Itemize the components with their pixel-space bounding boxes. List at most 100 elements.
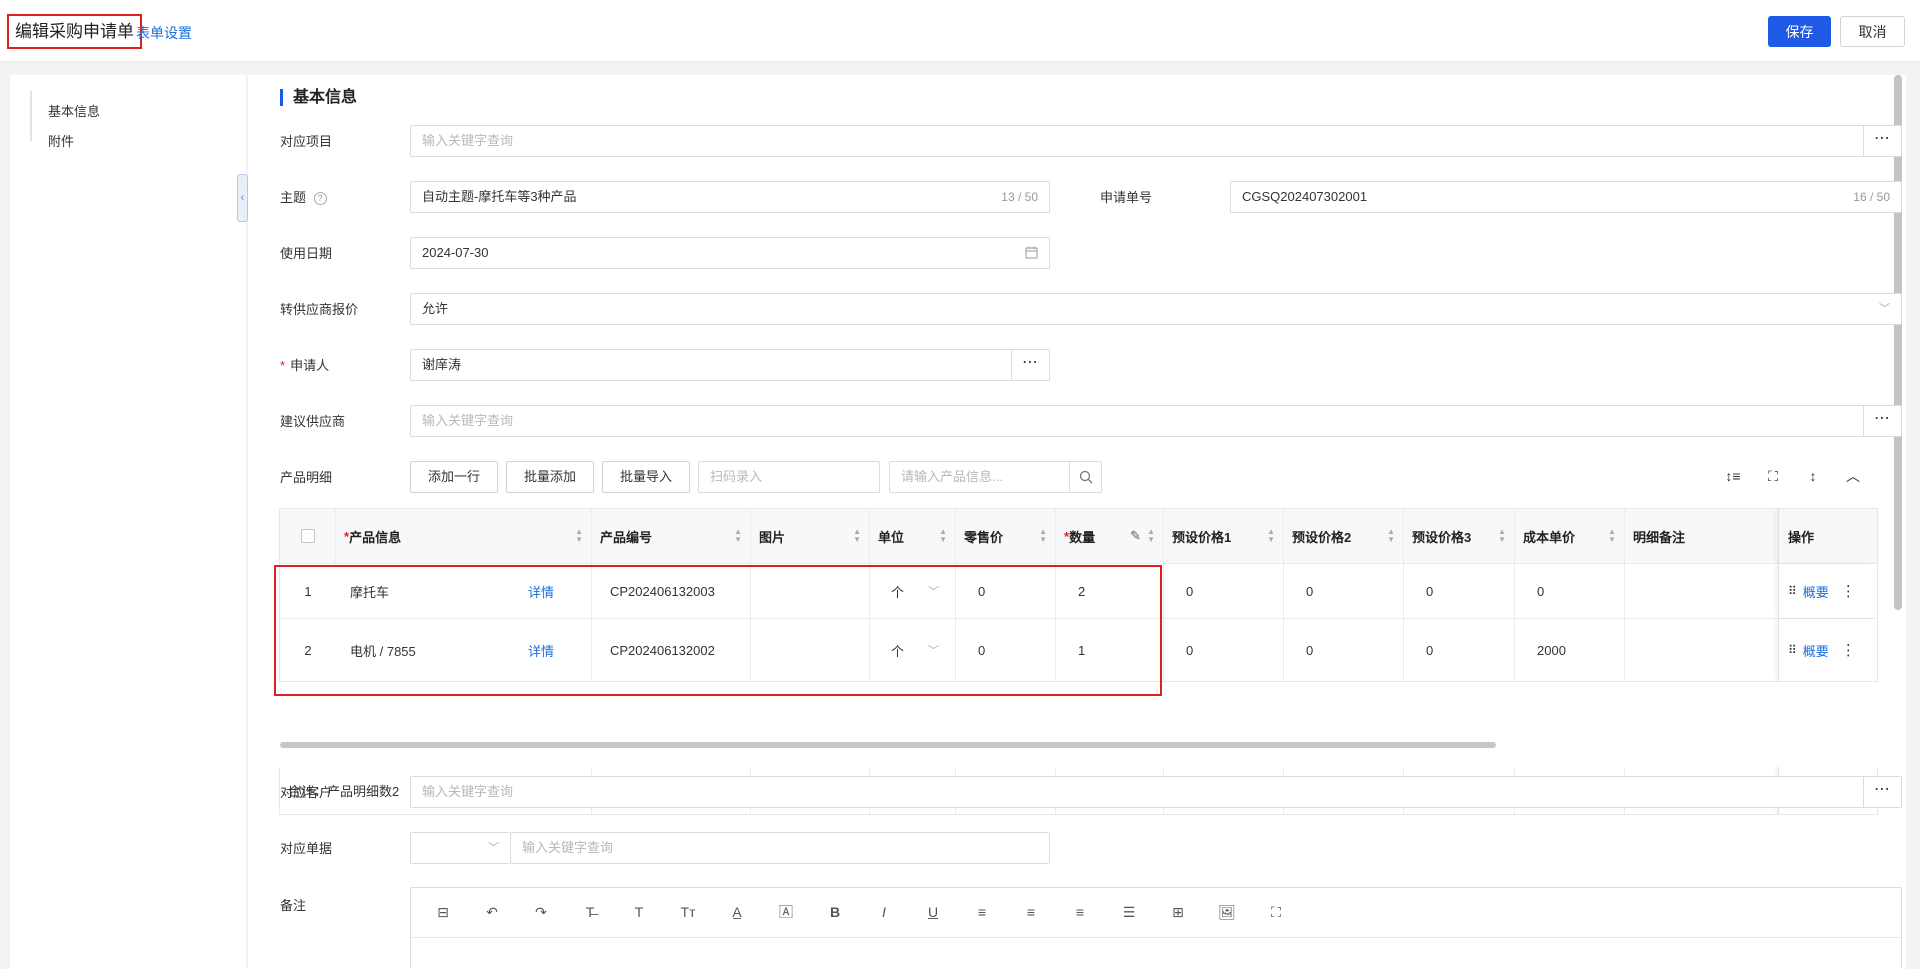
font-size-icon[interactable]: Tт [678,902,698,922]
format-clear-icon[interactable]: ⊟ [433,902,453,922]
save-button[interactable]: 保存 [1768,16,1831,47]
row-retail[interactable]: 0 [956,619,1056,681]
more-vertical-icon[interactable]: ⋮ [1841,582,1856,600]
drag-handle-icon[interactable]: ⠿ [1788,584,1797,598]
align-center-icon[interactable]: ≡ [1021,902,1041,922]
row-note[interactable] [1625,564,1780,618]
batch-add-button[interactable]: 批量添加 [506,461,594,493]
doc-type-select[interactable]: ﹀ [410,832,510,864]
select-all-checkbox[interactable] [300,529,315,543]
font-color-icon[interactable]: A̲ [727,902,747,922]
more-icon[interactable]: ⋯ [1863,406,1901,436]
row-note[interactable] [1625,619,1780,681]
row-retail[interactable]: 0 [956,564,1056,618]
row-price2[interactable]: 0 [1284,564,1404,618]
summary-link[interactable]: 概要 [1803,582,1829,601]
strikethrough-icon[interactable]: T̶ [580,902,600,922]
product-name: 电机 / 7855 [350,643,416,659]
col-qty[interactable]: * 数量 ✎ ▲ ▼ [1056,509,1164,563]
row-height-icon[interactable]: ↕≡ [1723,466,1743,486]
more-vertical-icon[interactable]: ⋮ [1841,641,1856,659]
drag-handle-icon[interactable]: ⠿ [1788,643,1797,657]
remark-editor[interactable]: ⊟ ↶ ↷ T̶ T Tт A̲ 🄰 B I U ≡ ≡ ≡ ☰ ⊞ 🖼 ⛶ [410,887,1902,969]
col-price3[interactable]: 预设价格3 ▲ ▼ [1404,509,1515,563]
anchor-basic-info[interactable]: 基本信息 [48,101,100,120]
row-unit-select[interactable]: 个 ﹀ [870,564,956,618]
row-price3[interactable]: 0 [1404,619,1515,681]
more-icon[interactable]: ⋯ [1863,126,1901,156]
redo-icon[interactable]: ↷ [531,902,551,922]
bold-icon[interactable]: B [825,902,845,922]
detail-link[interactable]: 详情 [528,582,554,601]
align-left-icon[interactable]: ≡ [972,902,992,922]
order-no-input[interactable]: CGSQ202407302001 16 / 50 [1230,181,1902,213]
sort-icon[interactable]: ▲ ▼ [939,528,947,544]
row-qty[interactable]: 1 [1056,619,1164,681]
fullscreen-icon[interactable]: ⛶ [1266,902,1286,922]
expand-icon[interactable]: ↕ [1803,466,1823,486]
table-icon[interactable]: ⊞ [1168,902,1188,922]
use-date-input[interactable]: 2024-07-30 [410,237,1050,269]
supplier-input[interactable]: 输入关键字查询 ⋯ [410,405,1902,437]
search-button[interactable] [1069,462,1101,492]
col-product[interactable]: * 产品信息 ▲ ▼ [336,509,592,563]
col-price1-label: 预设价格1 [1172,529,1232,545]
align-justify-icon[interactable]: ☰ [1119,902,1139,922]
summary-link[interactable]: 概要 [1803,641,1829,660]
undo-icon[interactable]: ↶ [482,902,502,922]
col-image[interactable]: 图片 ▲ ▼ [751,509,870,563]
sort-icon[interactable]: ▲ ▼ [1498,528,1506,544]
detail-link[interactable]: 详情 [528,641,554,660]
align-right-icon[interactable]: ≡ [1070,902,1090,922]
scan-input[interactable]: 扫码录入 [698,461,880,493]
product-search-input[interactable]: 请输入产品信息... [889,461,1102,493]
sort-icon[interactable]: ▲ ▼ [1608,528,1616,544]
cancel-button[interactable]: 取消 [1840,16,1905,47]
row-cost[interactable]: 2000 [1515,619,1625,681]
customer-input[interactable]: 输入关键字查询 ⋯ [410,776,1902,808]
sort-icon[interactable]: ▲ ▼ [1387,528,1395,544]
subject-input[interactable]: 自动主题-摩托车等3种产品 13 / 50 [410,181,1050,213]
more-icon[interactable]: ⋯ [1863,777,1901,807]
row-cost[interactable]: 0 [1515,564,1625,618]
italic-icon[interactable]: I [874,902,894,922]
col-unit[interactable]: 单位 ▲ ▼ [870,509,956,563]
col-code[interactable]: 产品编号 ▲ ▼ [592,509,751,563]
project-input[interactable]: 输入关键字查询 ⋯ [410,125,1902,157]
form-settings-link[interactable]: 表单设置 [136,23,192,43]
doc-input[interactable]: 输入关键字查询 [510,832,1050,864]
background-color-icon[interactable]: 🄰 [776,902,796,922]
sort-icon[interactable]: ▲ ▼ [1039,528,1047,544]
anchor-attachment[interactable]: 附件 [48,131,74,150]
row-qty[interactable]: 2 [1056,564,1164,618]
chevron-up-icon[interactable]: ︿ [1843,466,1863,486]
collapse-panel-button[interactable]: ‹ [237,174,248,222]
sort-icon[interactable]: ▲ ▼ [734,528,742,544]
batch-import-button[interactable]: 批量导入 [602,461,690,493]
row-price1[interactable]: 0 [1164,564,1284,618]
row-price2[interactable]: 0 [1284,619,1404,681]
row-price1[interactable]: 0 [1164,619,1284,681]
col-price2[interactable]: 预设价格2 ▲ ▼ [1284,509,1404,563]
more-icon[interactable]: ⋯ [1011,350,1049,380]
col-retail[interactable]: 零售价 ▲ ▼ [956,509,1056,563]
col-cost[interactable]: 成本单价 ▲ ▼ [1515,509,1625,563]
edit-icon[interactable]: ✎ [1130,528,1141,544]
sort-icon[interactable]: ▲ ▼ [853,528,861,544]
row-price3[interactable]: 0 [1404,564,1515,618]
col-price1[interactable]: 预设价格1 ▲ ▼ [1164,509,1284,563]
underline-icon[interactable]: U [923,902,943,922]
quote-select[interactable]: 允许 ﹀ [410,293,1902,325]
applicant-input[interactable]: 谢庠涛 ⋯ [410,349,1050,381]
image-icon[interactable]: 🖼 [1217,902,1237,922]
horizontal-scrollbar[interactable] [280,742,1496,748]
row-product: 摩托车 详情 [336,564,592,618]
remark-label: 备注 [280,898,307,913]
add-row-button[interactable]: 添加一行 [410,461,498,493]
sort-icon[interactable]: ▲ ▼ [1147,528,1155,544]
fullscreen-icon[interactable]: ⛶ [1763,466,1783,486]
sort-icon[interactable]: ▲ ▼ [575,528,583,544]
sort-icon[interactable]: ▲ ▼ [1267,528,1275,544]
row-unit-select[interactable]: 个 ﹀ [870,619,956,681]
text-icon[interactable]: T [629,902,649,922]
